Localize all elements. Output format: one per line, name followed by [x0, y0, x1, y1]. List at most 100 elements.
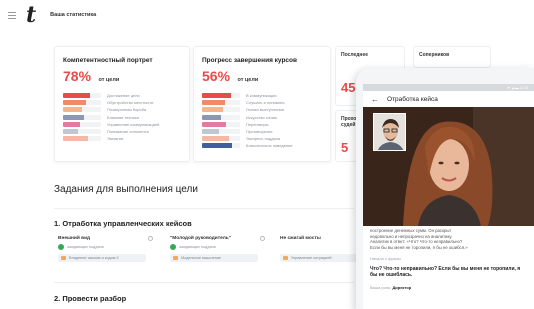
phone-case-text: ностроение денежных сумм. Он раскрыт нед… [363, 226, 534, 292]
tag-folder-icon [283, 256, 288, 260]
phone-title: Отработка кейса [387, 95, 438, 103]
legend-label: Экспресс-поддача [246, 136, 281, 142]
legend-bar-fill [202, 136, 229, 142]
task-tag[interactable]: Управление ситуацией [280, 254, 368, 262]
video-call-view[interactable] [363, 107, 534, 226]
phone-mockup: ▼ ◢ ▬ 11:15 ← Отработка кейса ностроение… [356, 68, 534, 309]
legend-label: Логика выступления [246, 107, 284, 113]
legend-row: Достижение цели [63, 92, 181, 99]
legend-bar [202, 121, 240, 127]
legend-bar-fill [63, 107, 82, 113]
role-value: Директор [392, 284, 412, 290]
legend-row: В коммуникации [202, 92, 322, 99]
legend-row: Классическое поведение [202, 142, 322, 149]
legend-row: Экспресс-поддача [202, 135, 322, 142]
legend-bar-fill [202, 114, 221, 120]
recent-title: Последнее [341, 52, 369, 58]
legend-bar-fill [202, 143, 233, 149]
status-check-icon [58, 244, 64, 250]
legend-bar-fill [63, 93, 90, 99]
legend-bar [63, 136, 101, 142]
progress-percent: 56% [202, 68, 231, 84]
case-description-line: Если бы вы меня не торопили, я бы не оши… [370, 244, 468, 250]
task-group-1-title[interactable]: 1. Отработка управленческих кейсов [54, 219, 192, 228]
info-icon[interactable] [148, 236, 153, 241]
legend-bar-fill [63, 136, 88, 142]
task-tag[interactable]: Владение языком и кодом 2 [58, 254, 146, 262]
legend-bar [63, 129, 101, 135]
legend-bar-fill [63, 114, 84, 120]
legend-row: Понимание оппонента [63, 128, 181, 135]
task-item[interactable]: Внешний вид ожидающих поддачи Владение я… [58, 236, 153, 262]
task-item[interactable]: "Молодой руководитель" ожидающих поддачи… [170, 236, 265, 262]
legend-bar [202, 107, 240, 113]
task-tag-text: Модельное мышление [181, 256, 222, 260]
legend-label: В коммуникации [246, 93, 277, 99]
progress-legend: В коммуникации Слушать и понимать Логика в… [202, 92, 322, 150]
legend-label: Управление коммуникацией [107, 121, 160, 127]
legend-row: Ближняя техника [63, 114, 181, 121]
info-icon[interactable] [260, 236, 265, 241]
phone-screen: ▼ ◢ ▬ 11:15 ← Отработка кейса ностроение… [363, 84, 534, 309]
video-man-image [374, 114, 405, 150]
legend-bar [63, 93, 101, 99]
legend-bar [202, 129, 240, 135]
legend-bar [202, 100, 240, 106]
phone-status-bar: ▼ ◢ ▬ 11:15 [363, 84, 534, 91]
phone-header: ← Отработка кейса [363, 91, 534, 107]
competence-legend: Достижение цели Обустройство местности Поз… [63, 92, 181, 142]
progress-percent-suffix: от цели [237, 77, 259, 83]
legend-row: Управление коммуникацией [63, 121, 181, 128]
legend-label: Переговоры [246, 121, 269, 127]
legend-bar-fill [202, 129, 220, 135]
legend-bar [63, 114, 101, 120]
legend-row: Слушать и понимать [202, 99, 322, 106]
task-group-2-title[interactable]: 2. Провести разбор [54, 294, 126, 303]
legend-row: Обустройство местности [63, 99, 181, 106]
competence-percent: 78% [63, 68, 92, 84]
legend-label: Эмпатия [107, 136, 124, 142]
role-label: Ваша роль: [370, 284, 392, 290]
phone-status-text: ▼ ◢ ▬ 11:15 [506, 85, 528, 90]
task-status: ожидающих поддачи [67, 245, 104, 249]
competence-card: Компетентностный портрет 78% от цели Дос… [54, 46, 190, 162]
legend-bar-fill [63, 100, 86, 106]
task-name: Внешний вид [58, 236, 91, 241]
legend-bar [202, 93, 240, 99]
legend-bar-fill [202, 121, 226, 127]
legend-bar-fill [202, 100, 225, 106]
legend-bar-fill [63, 129, 79, 135]
legend-label: Понимание оппонента [107, 129, 149, 135]
video-self-view[interactable] [373, 113, 406, 151]
legend-row: Позиционная борьба [63, 106, 181, 113]
legend-bar [63, 121, 101, 127]
status-check-icon [170, 244, 176, 250]
legend-row: Противоречия [202, 128, 322, 135]
logo[interactable]: t [26, 4, 36, 26]
legend-label: Ближняя техника [107, 114, 139, 120]
legend-label: Позиционная борьба [107, 107, 147, 113]
legend-row: Эмпатия [63, 135, 181, 142]
legend-label: Слушать и понимать [246, 100, 285, 106]
divider [54, 282, 354, 283]
legend-bar-fill [202, 107, 223, 113]
legend-label: Классическое поведение [246, 143, 293, 149]
task-tag-text: Управление ситуацией [291, 256, 332, 260]
legend-bar [202, 136, 240, 142]
competence-percent-suffix: от цели [98, 77, 120, 83]
legend-bar [202, 143, 240, 149]
task-tag-text: Владение языком и кодом 2 [69, 256, 119, 260]
task-name: "Молодой руководитель" [170, 236, 232, 241]
legend-label: Обустройство местности [107, 100, 154, 106]
legend-bar [202, 114, 240, 120]
legend-row: Искусство слова [202, 114, 322, 121]
tag-folder-icon [61, 256, 66, 260]
hamburger-menu-icon[interactable] [8, 11, 16, 19]
back-arrow-icon[interactable]: ← [371, 95, 379, 104]
top-bar: t Ваша статистика [0, 0, 534, 30]
task-tag[interactable]: Модельное мышление [170, 254, 258, 262]
competence-title: Компетентностный портрет [63, 57, 153, 64]
tag-folder-icon [173, 256, 178, 260]
nav-title[interactable]: Ваша статистика [50, 12, 96, 18]
legend-bar-fill [202, 93, 231, 99]
